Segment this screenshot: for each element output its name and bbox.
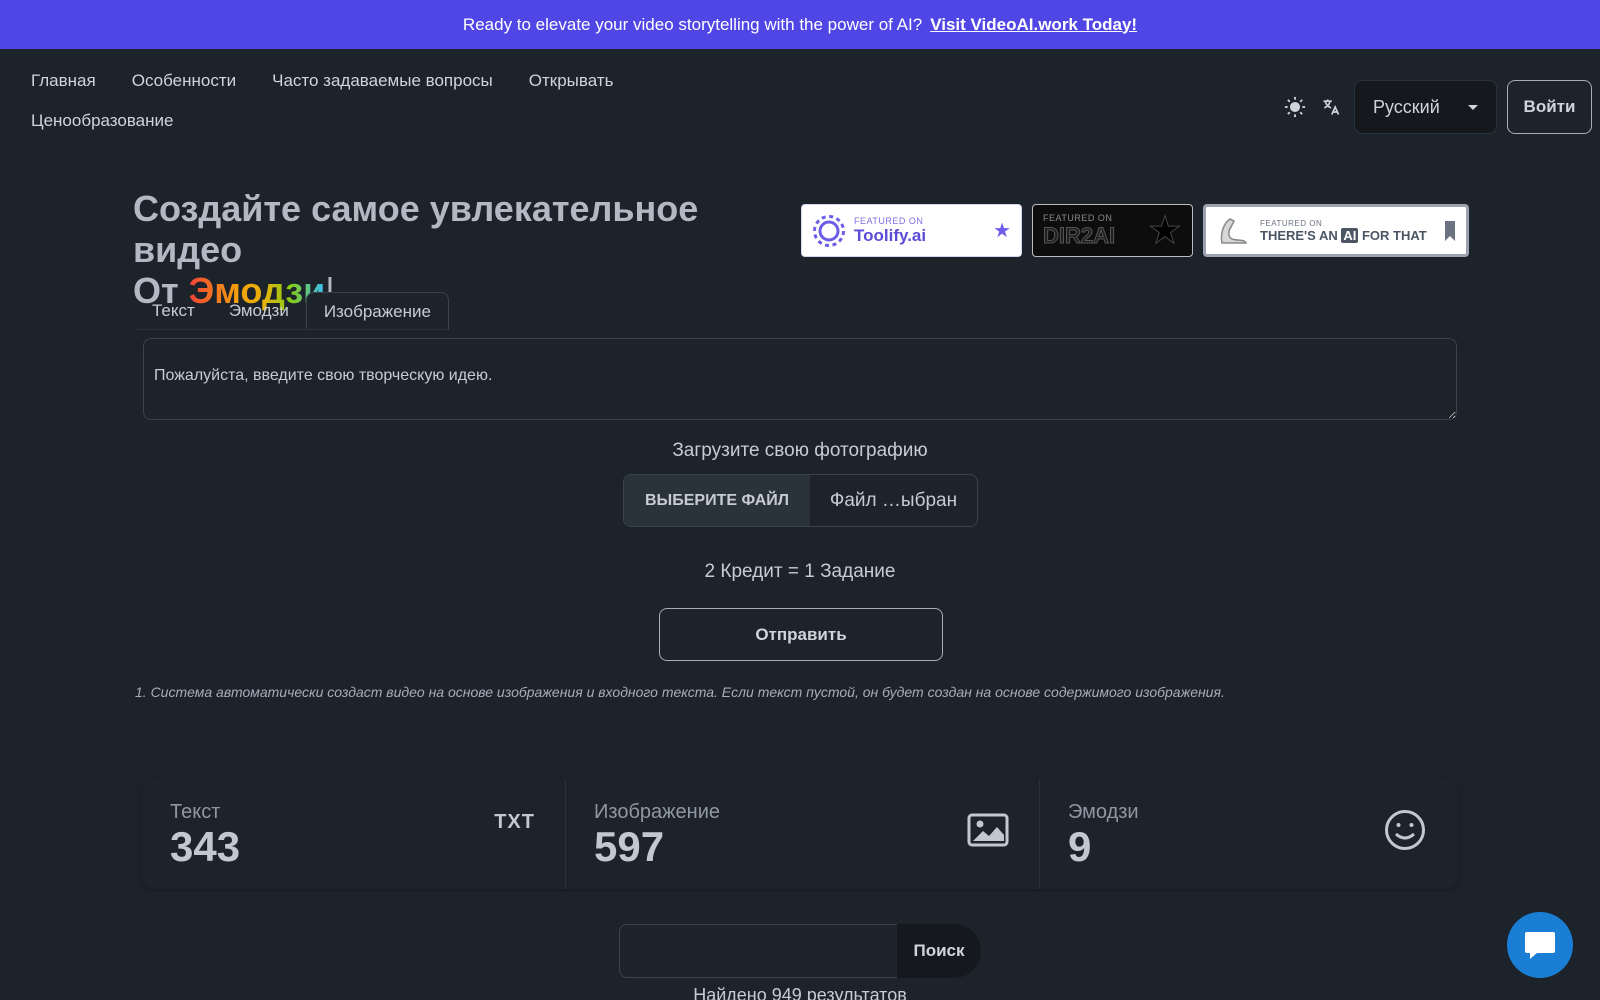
main-nav: Главная Особенности Часто задаваемые воп… xyxy=(31,70,671,132)
nav-item-features[interactable]: Особенности xyxy=(132,70,236,92)
results-count: Найдено 949 результатов xyxy=(693,985,907,1000)
submit-button[interactable]: Отправить xyxy=(659,608,943,661)
chat-bubble-icon xyxy=(1525,932,1555,959)
stat-value: 9 xyxy=(1068,823,1092,870)
toolify-name: Toolify.ai xyxy=(854,225,927,245)
stat-value: 343 xyxy=(170,823,241,870)
taaft-featured-text: FEATURED ON xyxy=(1260,218,1323,228)
stat-title: Эмодзи xyxy=(1068,801,1139,823)
upload-label: Загрузите свою фотографию xyxy=(672,440,928,461)
star-icon: ★ xyxy=(993,220,1011,242)
stats-panel: Текст 343 TXT Изображение 597 Эмодзи 9 xyxy=(142,779,1458,889)
nav-item-discover[interactable]: Открывать xyxy=(529,70,614,92)
translate-icon[interactable] xyxy=(1318,94,1344,120)
stat-emoji: Эмодзи 9 xyxy=(1040,779,1458,889)
star-icon: ★ xyxy=(1147,209,1182,252)
toolify-featured-text: FEATURED ON xyxy=(854,215,924,226)
info-note: 1. Система автоматически создаст видео н… xyxy=(135,684,1225,700)
file-input[interactable]: ВЫБЕРИТЕ ФАЙЛ Файл …ыбран xyxy=(623,474,978,527)
taaft-name-post: FOR THAT xyxy=(1361,227,1427,243)
language-value: Русский xyxy=(1373,96,1440,117)
promo-banner: Ready to elevate your video storytelling… xyxy=(0,0,1600,49)
featured-badges: FEATURED ON Toolify.ai ★ FEATURED ON DIR… xyxy=(801,204,1469,257)
nav-item-faq[interactable]: Часто задаваемые вопросы xyxy=(272,70,493,92)
flexed-arm-icon xyxy=(1220,217,1248,244)
banner-link[interactable]: Visit VideoAI.work Today! xyxy=(930,15,1137,35)
taaft-name-ai: AI xyxy=(1341,227,1359,243)
login-button[interactable]: Войти xyxy=(1507,80,1592,134)
stat-title: Текст xyxy=(170,801,221,823)
file-name-text: Файл …ыбран xyxy=(829,489,958,511)
stat-text: Текст 343 TXT xyxy=(142,779,566,889)
image-icon xyxy=(967,813,1009,852)
chat-button[interactable] xyxy=(1507,912,1573,978)
hero-title-line1: Создайте самое увлекательное видео xyxy=(133,188,699,270)
stat-image: Изображение 597 xyxy=(566,779,1040,889)
tab-emoji[interactable]: Эмодзи xyxy=(212,292,306,329)
dir2ai-badge[interactable]: FEATURED ON DIR2AI ★ xyxy=(1032,204,1193,257)
taaft-name-pre: THERE'S AN xyxy=(1260,227,1338,243)
nav-item-pricing[interactable]: Ценообразование xyxy=(31,110,173,132)
stat-value: 597 xyxy=(594,823,665,870)
txt-icon: TXT xyxy=(494,811,535,833)
banner-text: Ready to elevate your video storytelling… xyxy=(462,14,923,34)
nav-item-home[interactable]: Главная xyxy=(31,70,96,92)
toolify-badge[interactable]: FEATURED ON Toolify.ai ★ xyxy=(801,204,1022,257)
stat-title: Изображение xyxy=(594,801,720,823)
chevron-down-icon xyxy=(1468,104,1478,110)
choose-file-button[interactable]: ВЫБЕРИТЕ ФАЙЛ xyxy=(624,475,810,526)
credit-info: 2 Кредит = 1 Задание xyxy=(704,561,896,582)
search-bar: Поиск xyxy=(619,924,981,978)
tab-text[interactable]: Текст xyxy=(135,292,212,329)
language-select[interactable]: Русский xyxy=(1354,80,1497,134)
taaft-badge[interactable]: FEATURED ON THERE'S AN AI FOR THAT xyxy=(1203,204,1469,257)
tab-image[interactable]: Изображение xyxy=(305,292,449,329)
header-controls: Русский Войти xyxy=(1282,80,1592,134)
toolify-logo-icon xyxy=(813,214,845,247)
search-input[interactable] xyxy=(619,924,897,978)
dir2ai-featured-text: FEATURED ON xyxy=(1043,212,1113,223)
smiley-icon xyxy=(1384,809,1426,856)
bookmark-icon xyxy=(1445,220,1455,241)
idea-input[interactable] xyxy=(143,338,1457,420)
search-button[interactable]: Поиск xyxy=(897,924,981,978)
taaft-name: THERE'S AN AI FOR THAT xyxy=(1260,227,1436,243)
dir2ai-name: DIR2AI xyxy=(1043,222,1116,248)
sun-icon[interactable] xyxy=(1282,94,1308,120)
mode-tabs: Текст Эмодзи Изображение xyxy=(135,292,449,330)
